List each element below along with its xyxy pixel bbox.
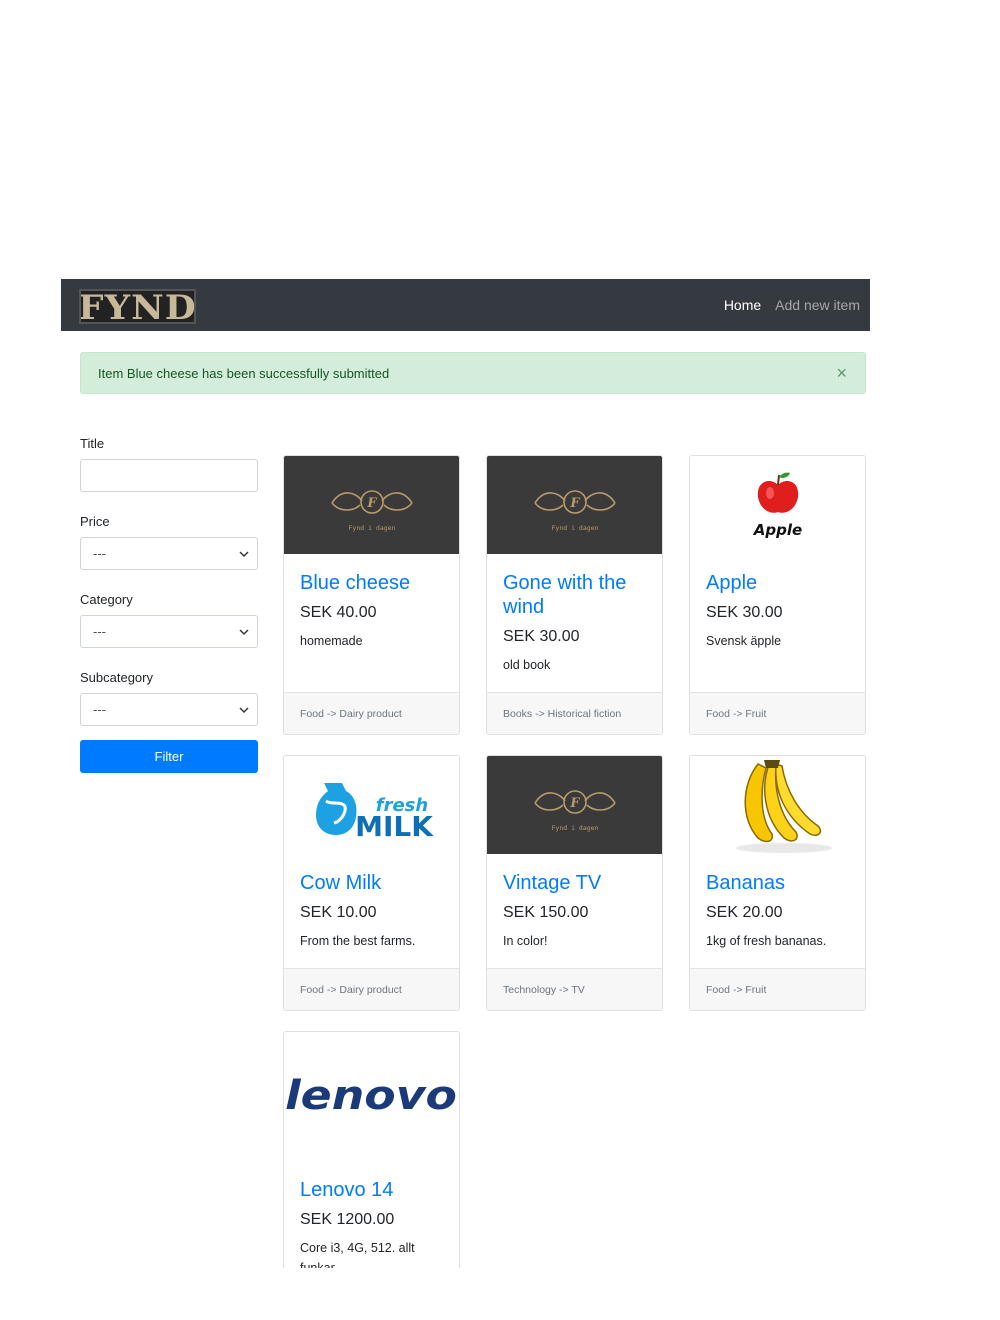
card-price: SEK 40.00: [300, 604, 377, 621]
svg-text:Fynd i dagen: Fynd i dagen: [348, 524, 395, 532]
item-card[interactable]: Apple Apple SEK 30.00 Svensk äpple Food …: [689, 455, 866, 735]
card-price: SEK 30.00: [503, 628, 580, 645]
nav-link-home[interactable]: Home: [724, 297, 761, 313]
card-price: SEK 20.00: [706, 904, 783, 921]
card-title[interactable]: Bananas: [706, 871, 849, 895]
price-select-value: ---: [93, 546, 106, 561]
card-category: Food -> Dairy product: [284, 692, 459, 734]
top-navbar: FYND Home Add new item: [61, 279, 870, 331]
item-card[interactable]: Bananas SEK 20.00 1kg of fresh bananas. …: [689, 755, 866, 1011]
item-card[interactable]: F Fynd i dagen Blue cheese SEK 40.00 hom…: [283, 455, 460, 735]
card-title[interactable]: Apple: [706, 571, 849, 595]
card-category: Food -> Fruit: [690, 692, 865, 734]
card-title[interactable]: Cow Milk: [300, 871, 443, 895]
filter-button[interactable]: Filter: [80, 740, 258, 773]
item-card[interactable]: lenovo Lenovo 14 SEK 1200.00 Core i3, 4G…: [283, 1031, 460, 1268]
card-title[interactable]: Lenovo 14: [300, 1178, 443, 1202]
subcategory-label: Subcategory: [80, 670, 153, 685]
card-category: Food -> Dairy product: [284, 968, 459, 1010]
card-price: SEK 30.00: [706, 604, 783, 621]
fynd-placeholder-image: F Fynd i dagen: [284, 456, 459, 554]
nav-links: Home Add new item: [724, 279, 860, 331]
card-description: Svensk äpple: [706, 634, 782, 648]
price-select[interactable]: ---: [80, 537, 258, 570]
svg-text:MILK: MILK: [355, 810, 434, 843]
svg-text:F: F: [569, 796, 580, 811]
title-label: Title: [80, 436, 105, 451]
chevron-down-icon: [239, 629, 249, 636]
card-category: Food -> Fruit: [690, 968, 865, 1010]
card-description: old book: [503, 658, 551, 672]
card-description: Core i3, 4G, 512. allt funkar.: [300, 1241, 415, 1268]
success-alert: Item Blue cheese has been successfully s…: [80, 352, 866, 394]
fynd-placeholder-image: F Fynd i dagen: [487, 456, 662, 554]
svg-text:F: F: [366, 496, 377, 511]
alert-message: Item Blue cheese has been successfully s…: [98, 365, 390, 381]
svg-text:Fynd i dagen: Fynd i dagen: [551, 524, 598, 532]
card-description: homemade: [300, 634, 363, 648]
fynd-logo[interactable]: FYND: [79, 289, 196, 324]
price-label: Price: [80, 514, 110, 529]
lenovo-logo-image: lenovo: [284, 1032, 459, 1160]
category-label: Category: [80, 592, 133, 607]
item-card[interactable]: fresh MILK Cow Milk SEK 10.00 From the b…: [283, 755, 460, 1011]
card-title[interactable]: Gone with the wind: [503, 571, 646, 619]
nav-link-add-new-item[interactable]: Add new item: [775, 297, 860, 313]
card-description: 1kg of fresh bananas.: [706, 934, 827, 948]
card-price: SEK 1200.00: [300, 1211, 395, 1228]
fresh-milk-logo-image: fresh MILK: [284, 756, 459, 854]
card-title[interactable]: Vintage TV: [503, 871, 646, 895]
title-input[interactable]: [80, 459, 258, 492]
subcategory-select[interactable]: ---: [80, 693, 258, 726]
card-category: Books -> Historical fiction: [487, 692, 662, 734]
apple-logo-image: Apple: [690, 456, 865, 554]
bananas-image: [690, 756, 865, 854]
svg-text:Fynd i dagen: Fynd i dagen: [551, 824, 598, 832]
card-price: SEK 10.00: [300, 904, 377, 921]
fynd-placeholder-image: F Fynd i dagen: [487, 756, 662, 854]
subcategory-select-value: ---: [93, 702, 106, 717]
card-title[interactable]: Blue cheese: [300, 571, 443, 595]
item-card[interactable]: F Fynd i dagen Gone with the wind SEK 30…: [486, 455, 663, 735]
chevron-down-icon: [239, 707, 249, 714]
svg-text:Apple: Apple: [752, 521, 801, 539]
card-price: SEK 150.00: [503, 904, 589, 921]
filter-form: Title Price --- Category --- Subcategory…: [80, 436, 258, 773]
svg-text:lenovo: lenovo: [285, 1073, 457, 1119]
card-description: In color!: [503, 934, 548, 948]
category-select[interactable]: ---: [80, 615, 258, 648]
svg-text:F: F: [569, 496, 580, 511]
close-icon[interactable]: ×: [836, 364, 847, 382]
item-card[interactable]: F Fynd i dagen Vintage TV SEK 150.00 In …: [486, 755, 663, 1011]
chevron-down-icon: [239, 551, 249, 558]
card-description: From the best farms.: [300, 934, 416, 948]
card-category: Technology -> TV: [487, 968, 662, 1010]
category-select-value: ---: [93, 624, 106, 639]
